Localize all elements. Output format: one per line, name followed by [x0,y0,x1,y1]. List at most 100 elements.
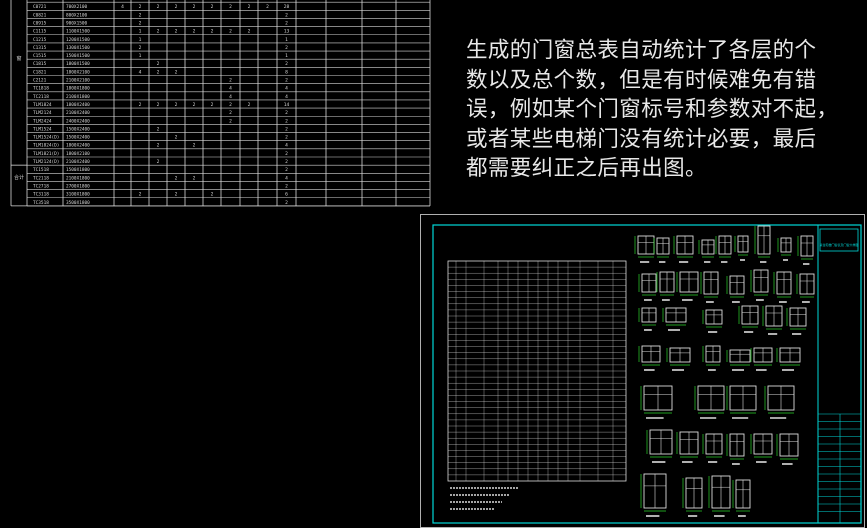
table-group-label: 合计 [14,174,24,181]
table-cell-floor-count: 2 [175,29,178,35]
annotation-text: 生成的门窗总表自动统计了各层的个 数以及总个数，但是有时候难免有错 误，例如某个… [466,36,838,184]
table-cell-floor-count: 2 [211,4,214,10]
table-cell-size: 1500X2400 [66,135,90,141]
table-cell-total: 2 [285,126,288,132]
table-cell-floor-count: 1 [121,0,124,2]
table-cell-total: 2 [285,183,288,189]
table-cell-total: 2 [285,159,288,165]
annotation-line: 或者某些电梯门没有统计必要，最后 [466,126,817,152]
table-cell-floor-count: 2 [175,135,178,141]
table-cell-floor-count: 2 [248,102,251,108]
table-cell-floor-count: 2 [157,159,160,165]
table-cell-size: 1300X1500 [66,45,90,51]
table-cell-code: TC1518 [33,167,49,173]
table-cell-floor-count: 2 [248,29,251,35]
table-cell-floor-count: 2 [229,102,232,108]
table-cell-code: TLM1524 [33,126,52,132]
table-cell-total: 1 [285,37,288,43]
title-block-label: 某住宅楼门窗表及门窗大样图 [819,242,858,247]
table-cell-size: 1500X1500 [66,53,90,59]
table-cell-size: 2400X2400 [66,118,90,124]
table-cell-total: 8 [285,69,288,75]
table-cell-total: 4 [285,143,288,149]
table-cell-code: TC2718 [33,183,49,189]
table-cell-floor-count: 2 [157,61,160,67]
table-cell-size: 600X2100 [66,0,88,2]
table-cell-code: C1315 [33,45,47,51]
table-cell-code: C1115 [33,29,47,35]
table-cell-size: 2100X1800 [66,175,90,181]
table-cell-floor-count: 2 [175,4,178,10]
table-cell-size: 1100X1500 [66,29,90,35]
table-cell-total: 2 [285,78,288,84]
table-cell-total: 1 [285,53,288,59]
table-cell-floor-count: 1 [139,53,142,59]
table-cell-total: 4 [285,94,288,100]
table-cell-code: TC3518 [33,200,49,206]
table-cell-floor-count: 2 [193,29,196,35]
table-cell-floor-count: 2 [175,69,178,75]
table-cell-code: TC3118 [33,192,49,198]
table-cell-floor-count: 4 [229,94,232,100]
title-block-logo-box [819,228,859,252]
table-cell-code: TLM1824 [33,102,52,108]
table-cell-size: 1800X1800 [66,86,90,92]
table-cell-code: TC2118 [33,175,49,181]
table-cell-size: 3500X1800 [66,200,90,206]
table-cell-code: C0621 [33,0,47,2]
table-cell-total: 2 [285,118,288,124]
table-cell-size: 3100X1800 [66,192,90,198]
table-cell-size: 2100X1800 [66,94,90,100]
table-cell-total: 2 [285,110,288,116]
table-cell-code: C1215 [33,37,47,43]
table-cell-code: TLM2124(D) [33,159,59,165]
table-cell-floor-count: 2 [248,4,251,10]
table-cell-total: 2 [285,12,288,18]
table-cell-total: 4 [285,175,288,181]
table-cell-floor-count: 4 [121,4,124,10]
table-cell-floor-count: 2 [175,192,178,198]
table-cell-floor-count: 2 [139,4,142,10]
table-cell-total: 2 [285,20,288,26]
table-cell-code: TC1818 [33,86,49,92]
table-cell-floor-count: 2 [157,4,160,10]
table-cell-total: 2 [285,0,288,2]
table-cell-code: C0821 [33,12,47,18]
table-cell-floor-count: 2 [211,29,214,35]
table-cell-size: 1800X2100 [66,69,90,75]
table-cell-floor-count: 2 [193,175,196,181]
cad-drawing-sheet: 某住宅楼门窗表及门窗大样图 [420,214,865,528]
table-cell-floor-count: 1 [139,37,142,43]
table-cell-floor-count: 2 [157,102,160,108]
table-cell-floor-count: 2 [229,118,232,124]
table-cell-floor-count: 2 [229,29,232,35]
table-cell-code: TLM1524(D) [33,135,59,141]
table-cell-floor-count: 2 [175,102,178,108]
table-cell-floor-count: 2 [157,126,160,132]
table-cell-total: 14 [284,102,290,108]
sheet-inner-frame [432,224,862,524]
table-cell-floor-count: 1 [139,29,142,35]
annotation-line: 误，例如某个门窗标号和参数对不起， [466,97,839,122]
table-cell-total: 2 [285,151,288,157]
table-cell-floor-count: 2 [229,4,232,10]
table-cell-total: 4 [285,86,288,92]
table-cell-floor-count: 2 [211,102,214,108]
table-cell-code: TLM1824(D) [33,143,59,149]
table-cell-total: 2 [285,135,288,141]
table-cell-size: 2700X1800 [66,183,90,189]
table-cell-size: 700X2100 [66,4,88,10]
table-cell-floor-count: 2 [157,69,160,75]
table-cell-floor-count: 2 [211,192,214,198]
table-cell-size: 900X1500 [66,20,88,26]
table-cell-total: 2 [285,167,288,173]
table-cell-floor-count: 2 [193,4,196,10]
table-cell-code: C1815 [33,61,47,67]
table-cell-floor-count: 2 [139,192,142,198]
table-cell-code: C0915 [33,20,47,26]
table-cell-floor-count: 4 [139,69,142,75]
table-cell-floor-count: 2 [193,143,196,149]
table-cell-floor-count: 2 [266,4,269,10]
table-cell-code: TLM2424 [33,118,52,124]
table-cell-floor-count: 2 [175,175,178,181]
